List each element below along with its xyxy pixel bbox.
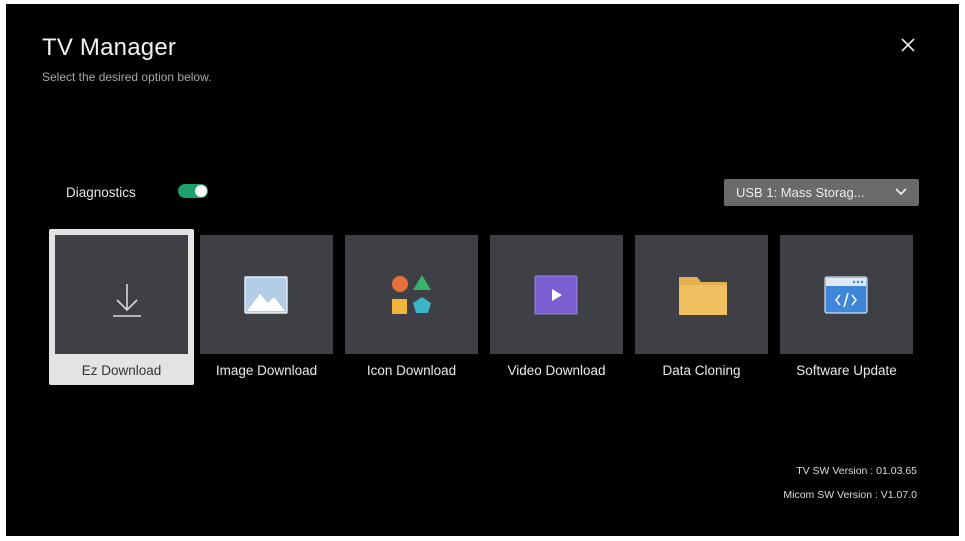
page-title: TV Manager	[42, 34, 177, 61]
download-icon	[113, 284, 141, 317]
tile-label: Data Cloning	[662, 363, 741, 378]
tile-software-update[interactable]: Software Update	[780, 235, 913, 385]
tile-label: Software Update	[796, 363, 897, 378]
usb-device-dropdown[interactable]: USB 1: Mass Storag...	[724, 179, 919, 206]
diagnostics-label: Diagnostics	[66, 185, 136, 200]
tile-thumbnail	[345, 235, 478, 354]
tile-data-cloning[interactable]: Data Cloning	[635, 235, 768, 385]
tile-video-download[interactable]: Video Download	[490, 235, 623, 385]
usb-device-value: USB 1: Mass Storag...	[736, 185, 865, 200]
tile-icon-download[interactable]: Icon Download	[345, 235, 478, 385]
close-button[interactable]	[897, 34, 919, 56]
micom-sw-version: Micom SW Version : V1.07.0	[783, 489, 917, 501]
toggle-knob	[195, 185, 207, 197]
page-subtitle: Select the desired option below.	[42, 70, 212, 84]
tv-sw-version: TV SW Version : 01.03.65	[796, 465, 917, 477]
tile-image-download[interactable]: Image Download	[200, 235, 333, 385]
tile-thumbnail	[55, 235, 188, 354]
close-icon	[901, 38, 915, 52]
tv-manager-screen: TV Manager Select the desired option bel…	[6, 4, 959, 536]
diagnostics-toggle[interactable]	[178, 184, 208, 198]
tile-thumbnail	[490, 235, 623, 354]
image-icon	[244, 276, 288, 314]
tile-thumbnail	[780, 235, 913, 354]
tile-label: Image Download	[215, 363, 318, 378]
chevron-down-icon	[895, 188, 907, 196]
tile-thumbnail	[635, 235, 768, 354]
tile-label: Icon Download	[366, 363, 457, 378]
tile-label: Ez Download	[81, 363, 162, 378]
code-window-icon	[824, 276, 868, 314]
folder-icon	[679, 277, 727, 315]
tile-ez-download[interactable]: Ez Download	[49, 229, 194, 385]
tile-thumbnail	[200, 235, 333, 354]
shapes-icon	[392, 275, 431, 314]
video-icon	[534, 275, 578, 315]
tile-label: Video Download	[507, 363, 606, 378]
